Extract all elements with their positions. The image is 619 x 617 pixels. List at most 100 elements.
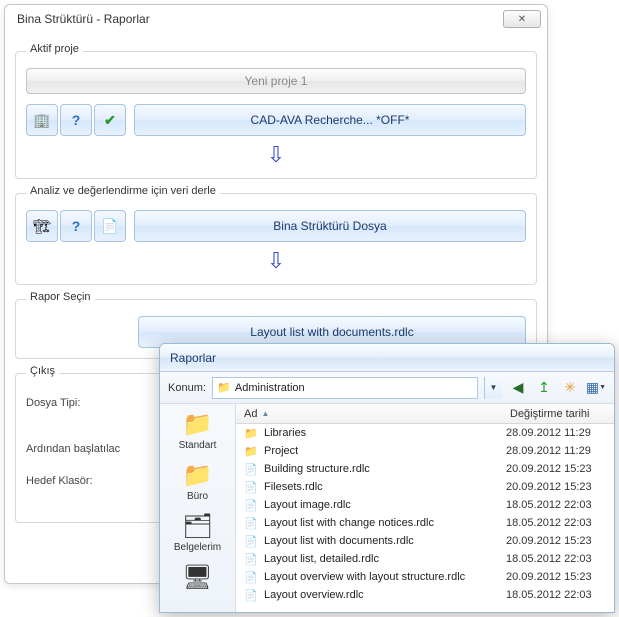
- file-date: 28.09.2012 11:29: [506, 445, 614, 457]
- browser-title: Raporlar: [170, 351, 216, 365]
- check-icon: ✔: [104, 112, 116, 129]
- output-target-label: Hedef Klasör:: [26, 475, 136, 487]
- arrow-down-icon: ⇩: [26, 248, 526, 274]
- file-date: 18.05.2012 22:03: [506, 499, 614, 511]
- file-name: Filesets.rdlc: [264, 481, 506, 493]
- file-date: 20.09.2012 15:23: [506, 571, 614, 583]
- browser-titlebar: Raporlar: [160, 344, 614, 372]
- titlebar: Bina Strüktürü - Raporlar ✕: [5, 5, 547, 33]
- window-title: Bina Strüktürü - Raporlar: [17, 12, 150, 26]
- file-icon: 📄: [242, 499, 260, 512]
- file-row[interactable]: 📄 Layout overview.rdlc18.05.2012 22:03: [236, 586, 614, 604]
- location-label: Konum:: [168, 382, 206, 394]
- column-header-name[interactable]: Ad ▲: [236, 408, 506, 420]
- project-button[interactable]: Yeni proje 1: [26, 68, 526, 94]
- compile-structure-button[interactable]: 🏗: [26, 210, 58, 242]
- file-row[interactable]: 📄 Layout list with documents.rdlc20.09.20…: [236, 532, 614, 550]
- help-tool-button[interactable]: ?: [60, 104, 92, 136]
- file-row[interactable]: 📄 Layout list with change notices.rdlc18.…: [236, 514, 614, 532]
- file-date: 18.05.2012 22:03: [506, 517, 614, 529]
- help-icon: ?: [72, 112, 81, 128]
- file-icon: 📄: [242, 463, 260, 476]
- file-icon: 📄: [242, 589, 260, 602]
- compile-folder-button[interactable]: 📄: [94, 210, 126, 242]
- file-row[interactable]: 📁Project28.09.2012 11:29: [236, 442, 614, 460]
- browser-toolbar: Konum: 📁 Administration ▼ ◀ ↥ ✳ ▦▼: [160, 372, 614, 404]
- new-folder-icon: ✳: [564, 379, 576, 396]
- view-icon: ▦: [586, 379, 599, 396]
- places-item[interactable]: 🖥: [160, 563, 235, 591]
- confirm-tool-button[interactable]: ✔: [94, 104, 126, 136]
- file-icon: 📄: [242, 535, 260, 548]
- location-combo[interactable]: 📁 Administration: [212, 377, 478, 399]
- places-label: Belgelerim: [160, 542, 235, 553]
- file-row[interactable]: 📄 Layout list, detailed.rdlc18.05.2012 22…: [236, 550, 614, 568]
- file-name: Layout list, detailed.rdlc: [264, 553, 506, 565]
- file-icon: 📄: [242, 517, 260, 530]
- file-name: Building structure.rdlc: [264, 463, 506, 475]
- active-tool-cluster: 🏢 ? ✔: [26, 104, 126, 136]
- file-date: 18.05.2012 22:03: [506, 589, 614, 601]
- folder-icon: 📁: [242, 427, 260, 440]
- location-dropdown-button[interactable]: ▼: [484, 377, 502, 399]
- back-icon: ◀: [513, 379, 524, 396]
- file-row[interactable]: 📄 Layout overview with layout structure.r…: [236, 568, 614, 586]
- places-item[interactable]: 🗂 Belgelerim: [160, 512, 235, 553]
- output-type-label: Dosya Tipi:: [26, 397, 136, 409]
- location-value: Administration: [235, 382, 473, 394]
- file-row[interactable]: 📄 Building structure.rdlc20.09.2012 15:23: [236, 460, 614, 478]
- new-folder-button[interactable]: ✳: [560, 378, 580, 398]
- structure-file-button[interactable]: Bina Strüktürü Dosya: [134, 210, 526, 242]
- arrow-down-icon: ⇩: [26, 142, 526, 168]
- places-label: Standart: [160, 440, 235, 451]
- help-icon: ?: [72, 218, 81, 234]
- group-active-project: Aktif proje Yeni proje 1 🏢 ? ✔ CAD-AVA R…: [15, 51, 537, 179]
- group-compile-data: Analiz ve değerlendirme için veri derle …: [15, 193, 537, 285]
- up-button[interactable]: ↥: [534, 378, 554, 398]
- file-row[interactable]: 📄 Filesets.rdlc20.09.2012 15:23: [236, 478, 614, 496]
- compile-tool-cluster: 🏗 ? 📄: [26, 210, 126, 242]
- close-button[interactable]: ✕: [503, 10, 541, 28]
- group-active-label: Aktif proje: [26, 43, 83, 55]
- file-name: Layout list with change notices.rdlc: [264, 517, 506, 529]
- file-name: Layout overview.rdlc: [264, 589, 506, 601]
- sort-asc-icon: ▲: [261, 409, 269, 418]
- places-icon: 🗂: [181, 512, 215, 540]
- building-icon: 🏢: [33, 112, 50, 129]
- file-list: Ad ▲ Değiştirme tarihi 📁Libraries28.09.2…: [236, 404, 614, 612]
- back-button[interactable]: ◀: [508, 378, 528, 398]
- file-date: 18.05.2012 22:03: [506, 553, 614, 565]
- file-name: Project: [264, 445, 506, 457]
- compile-help-button[interactable]: ?: [60, 210, 92, 242]
- file-date: 28.09.2012 11:29: [506, 427, 614, 439]
- close-icon: ✕: [518, 14, 526, 25]
- file-name: Layout image.rdlc: [264, 499, 506, 511]
- places-icon: 📁: [181, 461, 215, 489]
- places-item[interactable]: 📁 Büro: [160, 461, 235, 502]
- file-date: 20.09.2012 15:23: [506, 535, 614, 547]
- file-row[interactable]: 📁Libraries28.09.2012 11:29: [236, 424, 614, 442]
- file-icon: 📄: [242, 553, 260, 566]
- view-mode-button[interactable]: ▦▼: [586, 378, 606, 398]
- column-header-date[interactable]: Değiştirme tarihi: [506, 408, 614, 420]
- file-icon: 📄: [242, 571, 260, 584]
- file-list-header: Ad ▲ Değiştirme tarihi: [236, 404, 614, 424]
- file-name: Layout list with documents.rdlc: [264, 535, 506, 547]
- structure-tool-button[interactable]: 🏢: [26, 104, 58, 136]
- places-icon: 📁: [181, 410, 215, 438]
- places-bar: 📁 Standart 📁 Büro 🗂 Belgelerim 🖥: [160, 404, 236, 612]
- group-output-label: Çıkış: [26, 365, 59, 377]
- output-launch-label: Ardından başlatılac: [26, 443, 136, 455]
- file-icon: 📄: [242, 481, 260, 494]
- places-icon: 🖥: [181, 563, 215, 591]
- group-compile-label: Analiz ve değerlendirme için veri derle: [26, 185, 220, 197]
- places-label: Büro: [160, 491, 235, 502]
- up-icon: ↥: [538, 379, 550, 396]
- file-date: 20.09.2012 15:23: [506, 481, 614, 493]
- file-date: 20.09.2012 15:23: [506, 463, 614, 475]
- cad-ava-button[interactable]: CAD-AVA Recherche... *OFF*: [134, 104, 526, 136]
- file-name: Layout overview with layout structure.rd…: [264, 571, 506, 583]
- places-item[interactable]: 📁 Standart: [160, 410, 235, 451]
- building-icon: 🏗: [33, 218, 51, 235]
- file-row[interactable]: 📄 Layout image.rdlc18.05.2012 22:03: [236, 496, 614, 514]
